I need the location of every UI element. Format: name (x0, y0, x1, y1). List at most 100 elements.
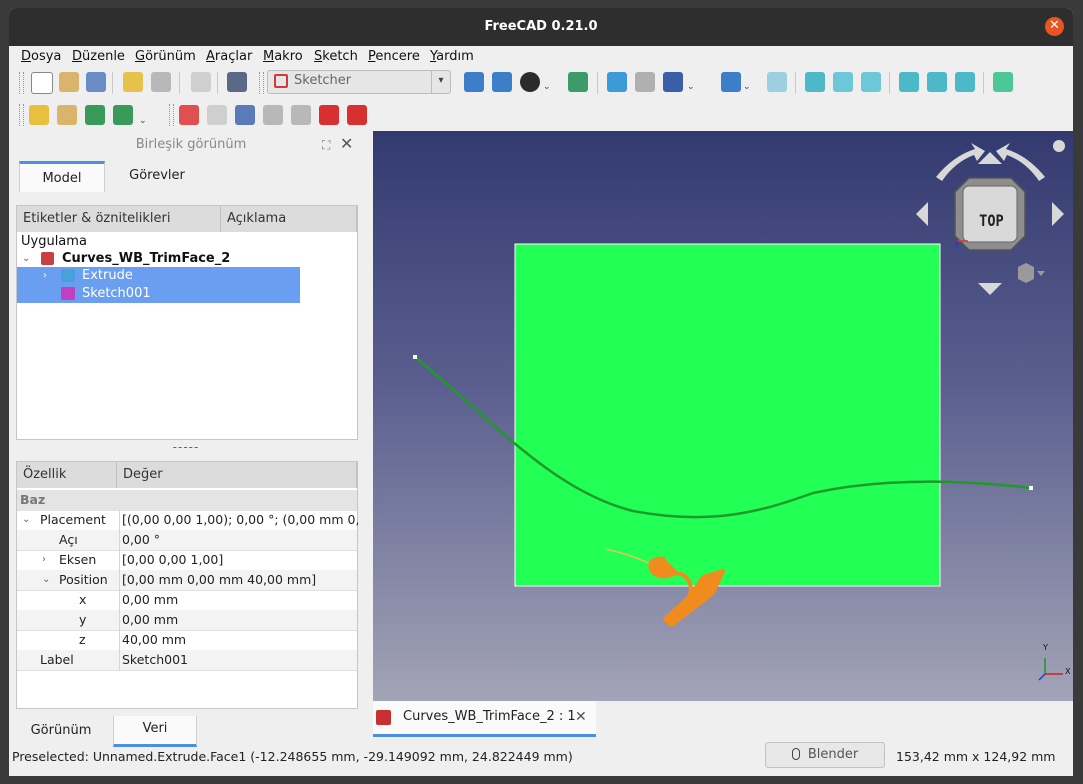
undo-icon[interactable] (123, 72, 143, 92)
rear-view-icon[interactable] (899, 72, 919, 92)
tab-model[interactable]: Model (19, 161, 105, 192)
merge-sketch-icon[interactable] (347, 105, 367, 125)
tree-header-description[interactable]: Açıklama (221, 206, 357, 232)
bounding-box-icon[interactable] (568, 72, 588, 92)
whats-this-icon[interactable] (227, 72, 247, 92)
navcube-face-label[interactable]: TOP (979, 211, 1004, 230)
status-dimensions: 153,42 mm x 124,92 mm (896, 749, 1056, 764)
menu-yardim[interactable]: Yardım (430, 49, 474, 64)
group-folder-icon[interactable] (57, 105, 77, 125)
prop-row-position[interactable]: ⌄ Position [0,00 mm 0,00 mm 40,00 mm] (17, 570, 357, 591)
extrude-face[interactable] (514, 243, 941, 587)
tree-item-extrude[interactable]: › Extrude (17, 267, 300, 285)
fit-selection-icon[interactable] (492, 72, 512, 92)
prop-row-y[interactable]: y 0,00 mm (17, 610, 357, 631)
menu-pencere[interactable]: Pencere (368, 49, 420, 64)
chevron-down-icon[interactable]: ⌄ (687, 82, 695, 92)
tree-item-sketch001[interactable]: Sketch001 (17, 285, 300, 303)
prop-row-aci[interactable]: Açı 0,00 ° (17, 530, 357, 551)
chevron-right-icon[interactable]: › (43, 267, 47, 285)
prop-row-placement[interactable]: ⌄ Placement [(0,00 0,00 1,00); 0,00 °; (… (17, 510, 358, 531)
validate-sketch-icon[interactable] (319, 105, 339, 125)
close-icon[interactable]: ✕ (340, 134, 353, 153)
mini-cube-icon[interactable] (1018, 263, 1045, 283)
undock-icon[interactable]: ⛶ (322, 138, 330, 153)
redo-icon[interactable] (151, 72, 171, 92)
chevron-down-icon[interactable]: ⌄ (743, 82, 751, 92)
chevron-down-icon[interactable]: ⌄ (139, 116, 147, 126)
menu-makro[interactable]: Makro (263, 49, 303, 64)
menu-gorunum[interactable]: Görünüm (135, 49, 196, 64)
measure-zoom-icon[interactable] (721, 72, 741, 92)
sync-view-icon[interactable] (663, 72, 683, 92)
toolbar-grip[interactable] (19, 72, 24, 94)
property-editor: Özellik Değer Baz ⌄ Placement [(0,00 0,0… (16, 461, 358, 709)
3d-viewport[interactable]: TOP Y X (373, 131, 1073, 701)
chevron-down-icon[interactable]: ⌄ (543, 82, 551, 92)
chevron-down-icon[interactable]: ⌄ (42, 570, 50, 590)
rotate-right-arrow-icon[interactable] (996, 143, 1045, 181)
workbench-selector[interactable]: Sketcher ▾ (267, 70, 451, 94)
chevron-down-icon[interactable]: ⌄ (22, 510, 30, 530)
draw-style-icon[interactable] (520, 72, 540, 92)
front-view-icon[interactable] (805, 72, 825, 92)
splitter-handle[interactable]: ----- (9, 440, 363, 454)
left-view-icon[interactable] (955, 72, 975, 92)
navigation-style-label: Blender (807, 747, 859, 762)
view-menu-dot-icon[interactable] (1053, 140, 1065, 152)
document-tab-label: Curves_WB_TrimFace_2 : 1 (403, 709, 576, 724)
reorient-sketch-icon[interactable] (291, 105, 311, 125)
toolbar-grip[interactable] (19, 104, 24, 126)
prop-row-x[interactable]: x 0,00 mm (17, 590, 357, 611)
rotate-left-arrow-icon[interactable] (936, 143, 985, 181)
chevron-down-icon[interactable]: ⌄ (22, 250, 30, 268)
save-icon[interactable] (86, 72, 106, 92)
pan-left-arrow-icon[interactable] (916, 202, 928, 226)
tab-gorunum[interactable]: Görünüm (9, 716, 113, 744)
isometric-view-icon[interactable] (767, 72, 787, 92)
chevron-down-icon[interactable]: ▾ (431, 71, 450, 93)
close-tab-icon[interactable]: ✕ (575, 701, 587, 733)
new-document-icon[interactable] (31, 72, 53, 94)
link-actions-icon[interactable] (113, 105, 133, 125)
fit-all-icon[interactable] (464, 72, 484, 92)
refresh-icon[interactable] (191, 72, 211, 92)
view-sketch-icon[interactable] (235, 105, 255, 125)
new-sketch-icon[interactable] (179, 105, 199, 125)
menu-araclar[interactable]: Araçlar (206, 49, 252, 64)
tree-header-labels[interactable]: Etiketler & öznitelikleri (17, 206, 221, 232)
top-view-icon[interactable] (833, 72, 853, 92)
close-window-button[interactable]: ✕ (1045, 17, 1064, 36)
prop-row-z[interactable]: z 40,00 mm (17, 630, 357, 651)
curve-endpoint-start[interactable] (413, 355, 417, 359)
right-view-icon[interactable] (861, 72, 881, 92)
open-folder-icon[interactable] (59, 72, 79, 92)
chevron-right-icon[interactable]: › (42, 550, 46, 570)
prop-row-eksen[interactable]: › Eksen [0,00 0,00 1,00] (17, 550, 357, 571)
toolbar-grip[interactable] (169, 104, 174, 126)
pan-right-arrow-icon[interactable] (1052, 202, 1064, 226)
bottom-view-icon[interactable] (927, 72, 947, 92)
document-tab[interactable]: Curves_WB_TrimFace_2 : 1 ✕ (373, 701, 596, 737)
extrude-icon (61, 269, 75, 282)
pan-down-arrow-icon[interactable] (978, 283, 1002, 295)
leave-sketch-icon[interactable] (207, 105, 227, 125)
back-arrow-icon[interactable] (607, 72, 627, 92)
menu-sketch[interactable]: Sketch (314, 49, 358, 64)
map-sketch-icon[interactable] (263, 105, 283, 125)
toolbar-grip[interactable] (259, 72, 264, 94)
menu-duzenle[interactable]: Düzenle (72, 49, 125, 64)
prop-header-property[interactable]: Özellik (17, 462, 117, 488)
navigation-style-button[interactable]: Blender (765, 742, 885, 768)
prop-row-label[interactable]: Label Sketch001 (17, 650, 357, 671)
menu-dosya[interactable]: Dosya (21, 49, 61, 64)
document-icon (41, 252, 54, 265)
curve-endpoint-end[interactable] (1029, 486, 1033, 490)
tree-document-row[interactable]: ⌄ Curves_WB_TrimFace_2 (17, 250, 357, 268)
measure-ruler-icon[interactable] (993, 72, 1013, 92)
tab-gorevler[interactable]: Görevler (107, 161, 207, 189)
forward-arrow-icon[interactable] (635, 72, 655, 92)
link-icon[interactable] (85, 105, 105, 125)
part-icon[interactable] (29, 105, 49, 125)
prop-header-value[interactable]: Değer (117, 462, 357, 488)
